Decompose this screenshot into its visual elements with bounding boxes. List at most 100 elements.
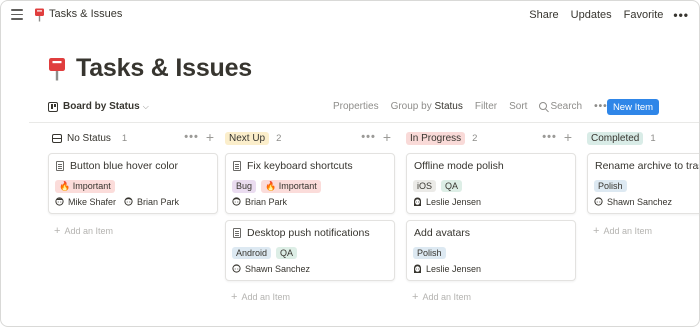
card-title-text: Add avatars [414, 227, 471, 239]
card-people: Shawn Sanchez [594, 197, 680, 207]
page-title: Tasks & Issues [76, 54, 253, 82]
view-more-icon[interactable]: ••• [594, 101, 608, 112]
card-tags: iOS QA [413, 180, 467, 192]
tag-polish: Polish [413, 247, 446, 259]
view-label: Board by Status [63, 101, 140, 112]
avatar-icon [124, 197, 133, 206]
app-window: Tasks & Issues Share Updates Favorite ••… [0, 0, 700, 327]
board-card[interactable]: Fix keyboard shortcuts Bug 🔥 Important B… [225, 153, 395, 214]
person: Brian Park [124, 197, 179, 207]
tag-polish: Polish [594, 180, 627, 192]
board-column-in-progress: In Progress 2 ••• + Offline mode polish … [406, 129, 576, 303]
plus-icon: + [412, 291, 419, 303]
add-icon[interactable]: + [206, 130, 214, 144]
card-title-text: Desktop push notifications [247, 227, 370, 239]
topbar-actions: Share Updates Favorite ••• [517, 8, 689, 22]
view-selector[interactable]: Board by Status ⌵ [48, 101, 149, 112]
add-icon[interactable]: + [383, 130, 391, 144]
card-people: Shawn Sanchez [232, 264, 318, 274]
updates-button[interactable]: Updates [571, 9, 612, 21]
person-name: Leslie Jensen [426, 197, 482, 207]
avatar-icon [55, 197, 64, 206]
search-button[interactable]: Search [539, 101, 582, 112]
status-label: No Status [67, 132, 111, 144]
board-icon [48, 101, 58, 112]
board-card[interactable]: Rename archive to trash Polish Shawn San… [587, 153, 700, 214]
card-tags: Android QA [232, 247, 302, 259]
plus-icon: + [231, 291, 238, 303]
card-tags: Polish [413, 247, 451, 259]
status-tag[interactable]: In Progress [406, 131, 466, 145]
card-title-text: Button blue hover color [70, 160, 178, 172]
column-header: Completed 1 [587, 129, 699, 147]
board-card[interactable]: Add avatars Polish Leslie Jensen [406, 220, 576, 281]
more-options-icon[interactable]: ••• [673, 8, 689, 22]
board-card[interactable]: Offline mode polish iOS QA Leslie Jensen [406, 153, 576, 214]
view-bar: Board by Status ⌵ Properties Group by St… [1, 97, 699, 117]
add-item-label: Add an Item [64, 226, 113, 236]
new-item-button[interactable]: New Item [607, 99, 659, 115]
column-more-icon[interactable]: ••• [542, 131, 557, 143]
avatar-icon [414, 197, 421, 206]
add-icon[interactable]: + [564, 130, 572, 144]
card-title: Fix keyboard shortcuts [233, 160, 353, 172]
filter-button[interactable]: Filter [475, 101, 497, 112]
card-people: Leslie Jensen [413, 264, 489, 274]
share-button[interactable]: Share [529, 9, 558, 21]
search-icon [539, 102, 548, 110]
search-label: Search [550, 101, 583, 112]
column-header: No Status 1 ••• + [48, 129, 218, 147]
group-by-button[interactable]: Group by Status [391, 101, 463, 112]
tag-important: 🔥 Important [261, 180, 321, 193]
card-tags: Bug 🔥 Important [232, 180, 326, 193]
view-actions: Properties Group by Status Filter Sort S… [333, 101, 618, 112]
page-header: Tasks & Issues [48, 54, 252, 83]
column-more-icon[interactable]: ••• [361, 131, 376, 143]
divider [29, 122, 699, 123]
tag-qa: QA [276, 247, 298, 259]
avatar-icon [232, 264, 241, 273]
add-item-button[interactable]: + Add an Item [412, 291, 471, 303]
status-tag[interactable]: Next Up [225, 131, 270, 145]
chevron-down-icon: ⌵ [142, 101, 149, 111]
tag-android: Android [232, 247, 272, 259]
card-title: Offline mode polish [414, 160, 504, 172]
column-actions: ••• + [184, 130, 214, 144]
status-count: 1 [650, 132, 656, 144]
group-by-label: Group by [390, 101, 432, 112]
card-tags: Polish [594, 180, 632, 192]
plus-icon: + [593, 225, 600, 237]
status-tag[interactable]: Completed [587, 131, 644, 145]
pushpin-icon [35, 8, 44, 22]
column-header: Next Up 2 ••• + [225, 129, 395, 147]
page-icon [233, 161, 241, 171]
add-item-button[interactable]: + Add an Item [231, 291, 290, 303]
favorite-button[interactable]: Favorite [624, 9, 664, 21]
board-card[interactable]: Button blue hover color 🔥 Important Mike… [48, 153, 218, 214]
board-card[interactable]: Desktop push notifications Android QA Sh… [225, 220, 395, 281]
add-item-label: Add an Item [241, 292, 290, 302]
card-tags: 🔥 Important [55, 180, 120, 193]
add-item-label: Add an Item [422, 292, 471, 302]
status-tag[interactable]: No Status [48, 132, 115, 145]
breadcrumb[interactable]: Tasks & Issues [49, 8, 122, 20]
card-title: Desktop push notifications [233, 227, 370, 239]
card-people: Mike Shafer Brian Park [55, 197, 187, 207]
column-actions: ••• + [542, 130, 572, 144]
column-more-icon[interactable]: ••• [184, 131, 199, 143]
page-icon [233, 228, 241, 238]
board-column-no-status: No Status 1 ••• + Button blue hover colo… [48, 129, 218, 237]
properties-button[interactable]: Properties [333, 101, 379, 112]
menu-icon[interactable] [11, 9, 23, 20]
person-name: Mike Shafer [68, 197, 117, 207]
status-count: 2 [276, 132, 282, 144]
top-bar: Tasks & Issues Share Updates Favorite ••… [1, 1, 699, 29]
add-item-button[interactable]: + Add an Item [593, 225, 652, 237]
pushpin-icon [49, 57, 65, 80]
page-icon [56, 161, 64, 171]
sort-button[interactable]: Sort [509, 101, 527, 112]
card-title-text: Rename archive to trash [595, 160, 700, 172]
card-title-text: Fix keyboard shortcuts [247, 160, 353, 172]
status-count: 2 [472, 132, 478, 144]
add-item-button[interactable]: + Add an Item [54, 225, 113, 237]
